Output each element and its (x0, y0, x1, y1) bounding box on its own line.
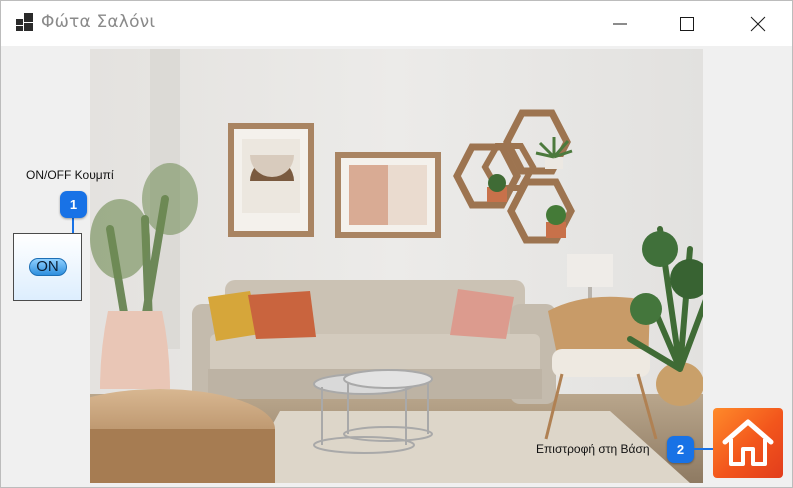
toggle-pill: ON (28, 258, 67, 276)
home-icon (722, 419, 774, 466)
window-title: Φώτα Σαλόνι (41, 12, 156, 32)
app-tiles-icon (15, 12, 35, 32)
main-window: Φώτα Σαλόνι ON/OFF Κουμπί 1 ON Επιστροφή… (0, 0, 793, 488)
title-bar[interactable]: Φώτα Σαλόνι (1, 1, 792, 46)
close-icon (750, 16, 766, 31)
home-button[interactable] (713, 408, 783, 478)
living-room-photo (90, 49, 703, 483)
toggle-state-text: ON (36, 258, 59, 275)
annotation-badge-1: 1 (60, 191, 87, 218)
close-button[interactable] (729, 1, 787, 46)
onoff-label: ON/OFF Κουμπί (26, 168, 114, 182)
maximize-button[interactable] (658, 1, 716, 46)
back-to-base-label: Επιστροφή στη Βάση (536, 442, 650, 456)
annotation-badge-2: 2 (667, 436, 694, 463)
onoff-toggle-button[interactable]: ON (13, 233, 82, 301)
maximize-icon (680, 16, 694, 31)
minimize-icon (613, 23, 627, 24)
minimize-button[interactable] (591, 1, 649, 46)
